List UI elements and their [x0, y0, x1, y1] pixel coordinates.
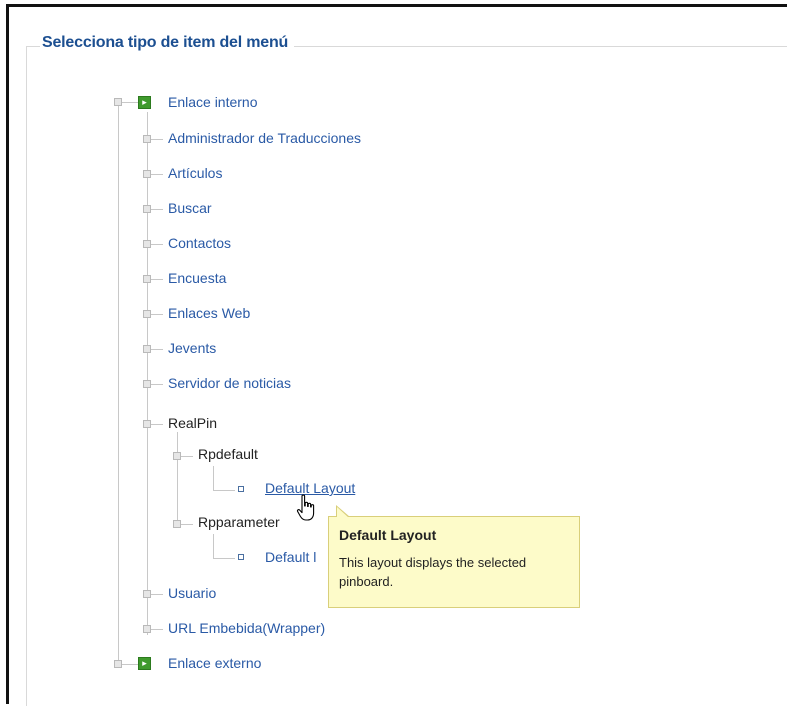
tree-branch-line: [147, 112, 148, 635]
expand-icon[interactable]: [143, 135, 151, 143]
expand-icon[interactable]: [143, 345, 151, 353]
expand-icon[interactable]: [173, 520, 181, 528]
collapse-icon[interactable]: [173, 452, 181, 460]
expand-icon[interactable]: [143, 240, 151, 248]
expand-icon[interactable]: [143, 380, 151, 388]
tree-node-rpdefault[interactable]: Rpdefault: [198, 446, 258, 462]
tree-node-enlace-externo[interactable]: Enlace externo: [168, 655, 261, 671]
tree-node-rpparameter[interactable]: Rpparameter: [198, 514, 280, 530]
tree-node-item[interactable]: Artículos: [168, 165, 222, 181]
expand-icon[interactable]: [143, 170, 151, 178]
expand-icon[interactable]: [143, 275, 151, 283]
expand-icon[interactable]: [143, 590, 151, 598]
expand-icon[interactable]: [143, 625, 151, 633]
tree-node-realpin[interactable]: RealPin: [168, 415, 217, 431]
expand-icon[interactable]: [143, 310, 151, 318]
tree-node-item[interactable]: Enlaces Web: [168, 305, 250, 321]
tooltip: Default Layout This layout displays the …: [328, 505, 580, 608]
tree-node-item[interactable]: Jevents: [168, 340, 216, 356]
tree-node-item[interactable]: Usuario: [168, 585, 216, 601]
tooltip-text: This layout displays the selected pinboa…: [339, 555, 527, 589]
tree-node-item[interactable]: Servidor de noticias: [168, 375, 291, 391]
collapse-icon[interactable]: [114, 98, 122, 106]
tree-leaf-default-layout-2[interactable]: Default l: [265, 549, 316, 565]
leaf-icon: [238, 554, 244, 560]
hand-cursor-icon: [296, 494, 315, 521]
tree-node-item[interactable]: Encuesta: [168, 270, 226, 286]
leaf-icon: [238, 486, 244, 492]
collapse-icon[interactable]: [143, 420, 151, 428]
expand-icon[interactable]: [143, 205, 151, 213]
folder-icon: ▸: [138, 96, 151, 109]
tree-node-enlace-interno[interactable]: Enlace interno: [168, 94, 258, 110]
tree-trunk-line: [118, 100, 119, 665]
tree-node-item[interactable]: URL Embebida(Wrapper): [168, 620, 325, 636]
tooltip-title: Default Layout: [339, 527, 437, 543]
tree-node-item[interactable]: Buscar: [168, 200, 212, 216]
tree-node-item[interactable]: Contactos: [168, 235, 231, 251]
tree-node-item[interactable]: Administrador de Traducciones: [168, 130, 361, 146]
expand-icon[interactable]: [114, 660, 122, 668]
folder-icon: ▸: [138, 657, 151, 670]
